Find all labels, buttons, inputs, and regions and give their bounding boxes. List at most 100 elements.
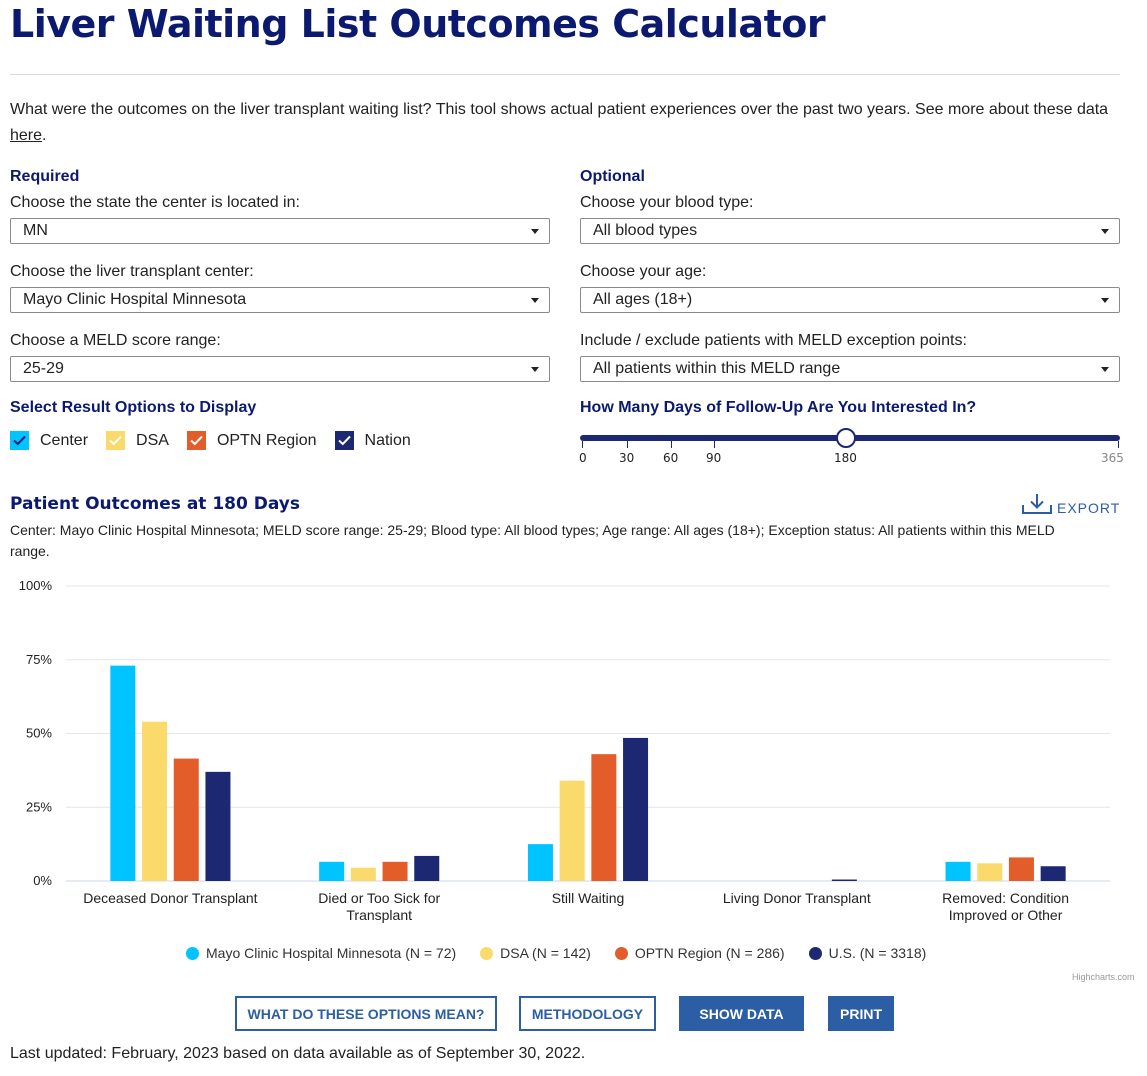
- checkbox-center[interactable]: [10, 431, 29, 450]
- x-category-label: Removed: Condition: [942, 890, 1069, 906]
- legend-marker: [480, 946, 494, 960]
- y-tick-label: 0%: [33, 873, 52, 888]
- center-label: Choose the liver transplant center:: [10, 263, 254, 280]
- checkmark-icon: [109, 435, 122, 446]
- y-tick-label: 75%: [26, 652, 52, 667]
- outcomes-bar-chart: 0% 25% 50% 75% 100% Deceased Donor Transplant…: [19, 578, 1110, 923]
- state-label: Choose the state the center is located i…: [10, 194, 300, 211]
- center-select[interactable]: Mayo Clinic Hospital Minnesota: [10, 287, 550, 313]
- bar: [559, 780, 585, 881]
- exception-select[interactable]: All patients within this MELD range: [580, 356, 1120, 382]
- slider-tick-label: 0: [579, 451, 587, 465]
- x-category-label: Still Waiting: [552, 890, 625, 906]
- blood-type-select-value: All blood types: [593, 222, 698, 239]
- export-label: EXPORT: [1057, 500, 1121, 516]
- option-optn-region[interactable]: OPTN Region: [186, 431, 317, 450]
- options-meaning-button[interactable]: WHAT DO THESE OPTIONS MEAN?: [235, 996, 497, 1031]
- option-nation-label: Nation: [364, 431, 411, 449]
- legend-label: U.S. (N = 3318): [828, 945, 927, 961]
- show-data-button[interactable]: SHOW DATA: [679, 996, 804, 1031]
- x-category-label: Deceased Donor Transplant: [83, 890, 257, 906]
- option-dsa-label: DSA: [136, 431, 169, 449]
- y-tick-label: 50%: [26, 726, 52, 741]
- bar: [623, 737, 649, 881]
- slider-tick: [714, 441, 715, 448]
- slider-tick: [582, 441, 583, 448]
- results-filters: Center: Mayo Clinic Hospital Minnesota; …: [10, 522, 1055, 559]
- slider-tick-label: 30: [619, 451, 635, 465]
- state-select[interactable]: MN: [10, 218, 550, 244]
- caret-down-icon: [531, 229, 539, 234]
- bar: [350, 867, 376, 881]
- x-category-label: Living Donor Transplant: [723, 890, 871, 906]
- legend-item-us[interactable]: U.S. (N = 3318): [808, 945, 927, 961]
- title-divider: [10, 74, 1120, 75]
- bar: [1040, 866, 1066, 881]
- page-title: Liver Waiting List Outcomes Calculator: [10, 2, 826, 46]
- slider-tick-label: 180: [834, 451, 857, 465]
- legend-label: DSA (N = 142): [500, 945, 591, 961]
- highcharts-credit[interactable]: Highcharts.com: [1072, 972, 1135, 982]
- meld-select-value: 25-29: [23, 360, 64, 377]
- checkbox-nation[interactable]: [334, 431, 354, 450]
- caret-down-icon: [1101, 367, 1109, 372]
- option-dsa[interactable]: DSA: [106, 431, 169, 450]
- age-select[interactable]: All ages (18+): [580, 287, 1120, 313]
- meld-label: Choose a MELD score range:: [10, 332, 221, 349]
- caret-down-icon: [531, 367, 539, 372]
- option-nation[interactable]: Nation: [334, 431, 411, 450]
- age-select-value: All ages (18+): [593, 291, 693, 308]
- legend-item-optn-region[interactable]: OPTN Region (N = 286): [614, 945, 785, 961]
- slider-tick: [627, 441, 628, 448]
- bar: [1008, 857, 1034, 881]
- checkbox-optn-region[interactable]: [186, 431, 206, 450]
- legend-item-center[interactable]: Mayo Clinic Hospital Minnesota (N = 72): [186, 945, 456, 961]
- last-updated: Last updated: February, 2023 based on da…: [10, 1045, 586, 1062]
- follow-up-slider-thumb[interactable]: [836, 428, 856, 448]
- legend-marker: [614, 946, 628, 960]
- bar: [527, 844, 553, 881]
- bar: [142, 721, 168, 881]
- intro-text-end: .: [42, 127, 47, 144]
- checkbox-dsa[interactable]: [106, 431, 126, 450]
- intro-text-body: What were the outcomes on the liver tran…: [10, 101, 1109, 118]
- caret-down-icon: [1101, 298, 1109, 303]
- bar: [382, 861, 408, 881]
- caret-down-icon: [1101, 229, 1109, 234]
- blood-type-label: Choose your blood type:: [580, 194, 754, 211]
- results-title: Patient Outcomes at 180 Days: [10, 494, 301, 514]
- chart-legend: Mayo Clinic Hospital Minnesota (N = 72) …: [186, 945, 950, 961]
- meld-select[interactable]: 25-29: [10, 356, 550, 382]
- legend-item-dsa[interactable]: DSA (N = 142): [480, 945, 591, 961]
- slider-tick-label: 90: [706, 451, 722, 465]
- download-icon: [1022, 494, 1052, 514]
- legend-marker: [186, 946, 199, 960]
- here-link[interactable]: here: [10, 127, 42, 144]
- optional-heading: Optional: [580, 168, 645, 185]
- state-select-value: MN: [23, 222, 48, 239]
- follow-up-heading: How Many Days of Follow-Up Are You Inter…: [580, 399, 977, 416]
- result-options-heading: Select Result Options to Display: [10, 399, 257, 416]
- print-button[interactable]: PRINT: [828, 996, 894, 1031]
- checkmark-icon: [190, 435, 203, 446]
- legend-marker: [808, 946, 822, 960]
- age-label: Choose your age:: [580, 263, 707, 280]
- bar: [414, 855, 440, 881]
- required-heading: Required: [10, 168, 80, 185]
- slider-tick: [671, 441, 672, 448]
- methodology-button[interactable]: METHODOLOGY: [519, 996, 656, 1031]
- legend-label: Mayo Clinic Hospital Minnesota (N = 72): [206, 945, 457, 961]
- option-center[interactable]: Center: [10, 431, 88, 450]
- export-button[interactable]: EXPORT: [1020, 492, 1120, 516]
- bar: [173, 758, 199, 881]
- x-category-label: Transplant: [346, 907, 412, 923]
- x-category-label: Improved or Other: [949, 907, 1063, 923]
- exception-select-value: All patients within this MELD range: [593, 360, 841, 377]
- bar: [831, 879, 857, 881]
- bar: [591, 754, 617, 881]
- blood-type-select[interactable]: All blood types: [580, 218, 1120, 244]
- checkmark-icon: [13, 435, 26, 446]
- y-tick-label: 25%: [26, 799, 52, 814]
- slider-tick: [1118, 441, 1119, 448]
- x-category-label: Died or Too Sick for: [318, 890, 440, 906]
